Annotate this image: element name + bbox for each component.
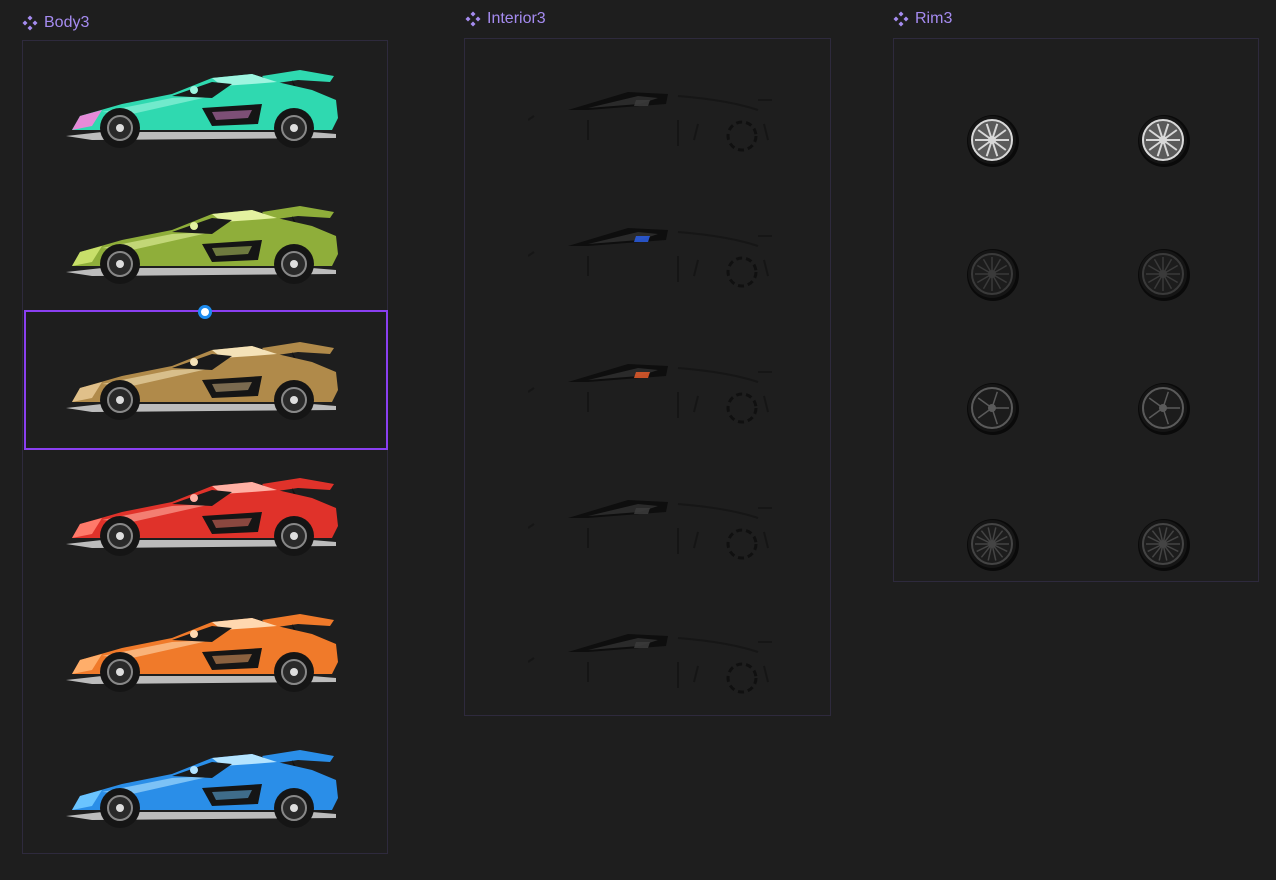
rim-image (967, 115, 1019, 167)
rim-image (1138, 519, 1190, 571)
interior3-set-label[interactable]: Interior3 (465, 10, 546, 28)
rim3-variant[interactable] (962, 378, 1022, 438)
rim-image (1138, 115, 1190, 167)
car-image (66, 70, 338, 148)
interior3-variant[interactable] (528, 352, 788, 442)
rim3-variant[interactable] (962, 244, 1022, 304)
rim-image (967, 249, 1019, 301)
interior-image (528, 364, 772, 424)
body3-variant[interactable] (62, 56, 342, 156)
rim3-variant[interactable] (1133, 514, 1193, 574)
rim3-set-title: Rim3 (915, 10, 953, 27)
body3-variant[interactable] (62, 192, 342, 292)
interior-image (528, 634, 772, 694)
rim3-variant[interactable] (1133, 110, 1193, 170)
interior3-set-title: Interior3 (487, 10, 546, 27)
rim-image (967, 383, 1019, 435)
rim3-variant[interactable] (962, 514, 1022, 574)
car-image (66, 614, 338, 692)
component-set-icon (893, 11, 909, 27)
car-image (66, 206, 338, 284)
interior3-variant[interactable] (528, 488, 788, 578)
design-canvas[interactable]: Body3 Interior3 Rim3 (0, 0, 1276, 880)
body3-variant[interactable] (62, 736, 342, 836)
rim3-variant[interactable] (1133, 378, 1193, 438)
resize-handle[interactable] (198, 305, 212, 319)
body3-variant[interactable] (62, 328, 342, 428)
component-set-icon (465, 11, 481, 27)
component-set-icon (22, 15, 38, 31)
car-image (66, 478, 338, 556)
rim-image (1138, 249, 1190, 301)
interior-image (528, 228, 772, 288)
car-image (66, 750, 338, 828)
interior3-variant[interactable] (528, 622, 788, 712)
body3-set-title: Body3 (44, 14, 90, 31)
rim-image (967, 519, 1019, 571)
body3-component-set-frame[interactable] (22, 40, 388, 854)
rim-image (1138, 383, 1190, 435)
body3-variant[interactable] (62, 464, 342, 564)
interior-image (528, 92, 772, 152)
rim3-variant[interactable] (962, 110, 1022, 170)
rim3-variant[interactable] (1133, 244, 1193, 304)
interior-image (528, 500, 772, 560)
rim3-set-label[interactable]: Rim3 (893, 10, 952, 28)
body3-variant[interactable] (62, 600, 342, 700)
car-image (66, 342, 338, 420)
interior3-variant[interactable] (528, 80, 788, 170)
rim3-component-set-frame[interactable] (893, 38, 1259, 582)
body3-set-label[interactable]: Body3 (22, 14, 89, 32)
interior3-variant[interactable] (528, 216, 788, 306)
